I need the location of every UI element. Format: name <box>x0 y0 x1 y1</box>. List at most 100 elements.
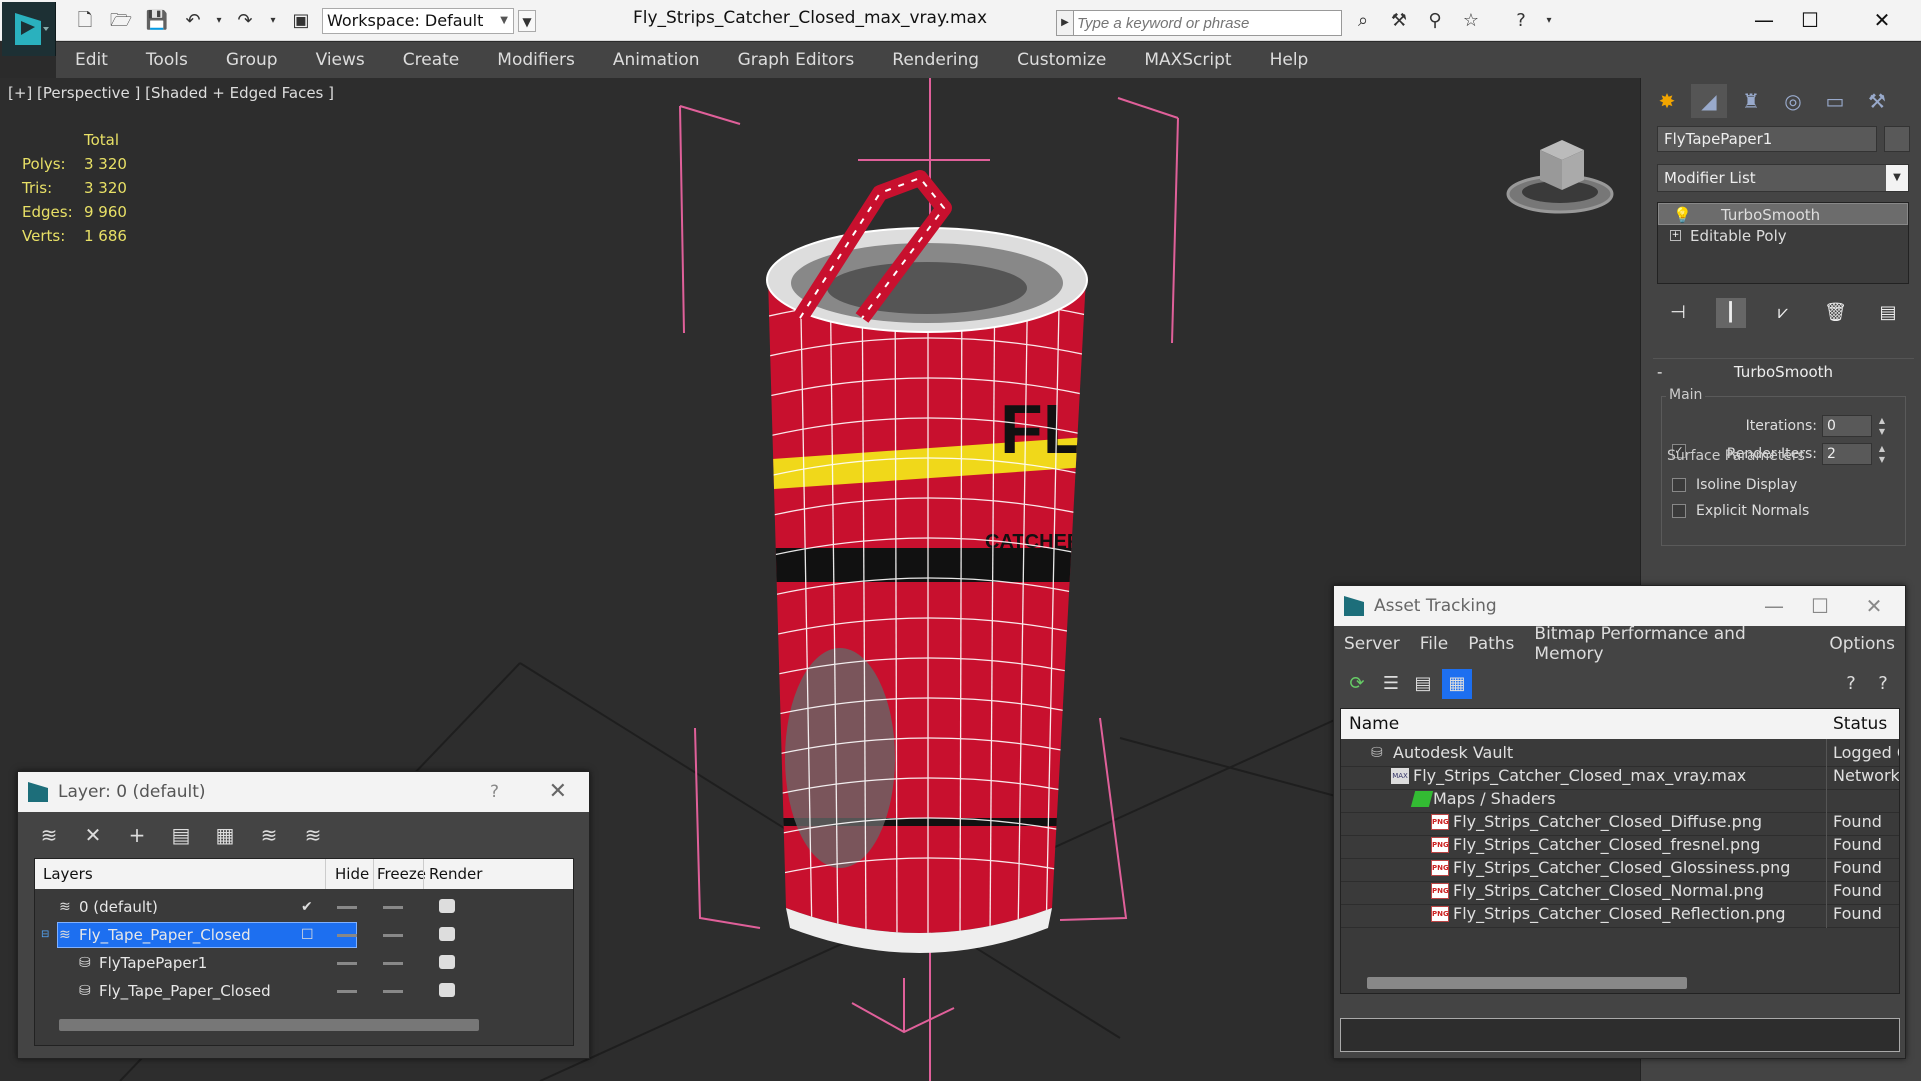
viewport-label[interactable]: [+] [Perspective ] [Shaded + Edged Faces… <box>8 84 334 102</box>
hide-toggle-icon[interactable] <box>337 906 357 909</box>
undo-dropdown-icon[interactable]: ▾ <box>206 10 232 32</box>
isoline-display-checkbox[interactable] <box>1672 478 1686 492</box>
menu-create[interactable]: Create <box>384 50 479 70</box>
favorites-star-icon[interactable]: ☆ <box>1458 10 1484 32</box>
freeze-toggle-icon[interactable] <box>383 962 403 965</box>
layer-manager-icon[interactable]: ≋ <box>34 820 64 850</box>
select-objects-icon[interactable]: ▦ <box>210 820 240 850</box>
undo-icon[interactable]: ↶ <box>180 10 206 32</box>
column-status[interactable]: Status <box>1833 714 1887 734</box>
asset-menu-bitmap-performance[interactable]: Bitmap Performance and Memory <box>1524 624 1819 664</box>
hierarchy-tab-icon[interactable]: ♜ <box>1733 84 1769 118</box>
iterations-input[interactable]: 0 <box>1822 415 1872 437</box>
menu-edit[interactable]: Edit <box>56 50 127 70</box>
modifier-list-dropdown[interactable]: Modifier List ▼ <box>1657 164 1909 192</box>
render-toggle-icon[interactable] <box>439 955 455 969</box>
show-end-result-icon[interactable]: ┃ <box>1715 298 1746 328</box>
refresh-icon[interactable]: ⟳ <box>1342 669 1372 699</box>
explicit-normals-option[interactable]: Explicit Normals <box>1672 503 1809 525</box>
hide-toggle-icon[interactable] <box>337 962 357 965</box>
create-layer-icon[interactable]: + <box>122 820 152 850</box>
delete-layer-icon[interactable]: ✕ <box>78 820 108 850</box>
menu-graph-editors[interactable]: Graph Editors <box>719 50 874 70</box>
search-input[interactable] <box>1077 13 1337 33</box>
explicit-normals-checkbox[interactable] <box>1672 504 1686 518</box>
pin-stack-icon[interactable]: ⊣ <box>1663 298 1693 328</box>
hide-toggle-icon[interactable] <box>337 990 357 993</box>
freeze-toggle-icon[interactable] <box>383 906 403 909</box>
sign-in-icon[interactable]: ⚲ <box>1422 10 1448 32</box>
workspace-select[interactable]: Workspace: Default ▼ <box>322 8 514 34</box>
open-file-icon[interactable]: 🗁 <box>108 10 134 32</box>
layer-dialog-title[interactable]: Layer: 0 (default) <box>18 772 589 812</box>
project-folder-icon[interactable]: ▣ <box>288 10 314 32</box>
remove-modifier-icon[interactable]: 🗑 <box>1821 298 1851 328</box>
asset-row[interactable]: PNG Fly_Strips_Catcher_Closed_Reflection… <box>1341 900 1899 928</box>
column-hide[interactable]: Hide <box>335 865 369 883</box>
minimize-icon[interactable]: — <box>1744 4 1784 36</box>
context-help-icon[interactable]: ? <box>1868 669 1898 699</box>
expand-plus-icon[interactable]: + <box>1670 230 1681 241</box>
menu-animation[interactable]: Animation <box>594 50 719 70</box>
search-expand-icon[interactable]: ▶ <box>1056 10 1074 36</box>
lightbulb-icon[interactable]: 💡 <box>1673 204 1692 226</box>
maximize-icon[interactable]: ☐ <box>1800 586 1840 626</box>
column-render[interactable]: Render <box>429 865 482 883</box>
utilities-tab-icon[interactable]: ⚒ <box>1859 84 1895 118</box>
asset-menu-options[interactable]: Options <box>1819 634 1905 654</box>
display-tab-icon[interactable]: ▭ <box>1817 84 1853 118</box>
layer-row-selected[interactable]: ⊟ ≋ Fly_Tape_Paper_Closed ☐ <box>35 921 575 949</box>
hide-toggle-icon[interactable] <box>337 934 357 937</box>
isoline-display-option[interactable]: Isoline Display <box>1672 477 1797 499</box>
collapse-icon[interactable]: ⊟ <box>41 921 49 949</box>
render-iters-spinner-icon[interactable]: ▲ ▼ <box>1876 443 1888 465</box>
menu-views[interactable]: Views <box>297 50 384 70</box>
menu-customize[interactable]: Customize <box>998 50 1125 70</box>
highlight-layer-icon[interactable]: ≋ <box>254 820 284 850</box>
set-active-layer-icon[interactable]: ☐ <box>301 921 314 949</box>
iterations-spinner-icon[interactable]: ▲ ▼ <box>1876 415 1888 437</box>
layer-row[interactable]: ≋ 0 (default) ✔ <box>35 893 575 921</box>
close-icon[interactable]: ✕ <box>549 772 567 812</box>
configure-modifier-sets-icon[interactable]: ▤ <box>1873 298 1903 328</box>
tree-view-icon[interactable]: ▤ <box>1408 669 1438 699</box>
add-selection-icon[interactable]: ▤ <box>166 820 196 850</box>
object-name-field[interactable]: FlyTapePaper1 <box>1657 126 1877 152</box>
help-icon[interactable]: ? <box>1836 669 1866 699</box>
render-toggle-icon[interactable] <box>439 899 455 913</box>
render-toggle-icon[interactable] <box>439 983 455 997</box>
turbosmooth-rollout-header[interactable]: - TurboSmooth <box>1653 358 1914 384</box>
help-dropdown-icon[interactable]: ▾ <box>1536 10 1562 32</box>
column-freeze[interactable]: Freeze <box>377 865 426 883</box>
list-view-icon[interactable]: ☰ <box>1376 669 1406 699</box>
hide-unhide-all-icon[interactable]: ≋ <box>298 820 328 850</box>
asset-menu-file[interactable]: File <box>1410 634 1458 654</box>
asset-menu-server[interactable]: Server <box>1334 634 1410 654</box>
close-icon[interactable]: ✕ <box>1862 4 1902 36</box>
binoculars-icon[interactable]: ⌕ <box>1350 10 1376 32</box>
menu-tools[interactable]: Tools <box>127 50 207 70</box>
asset-menu-paths[interactable]: Paths <box>1458 634 1524 654</box>
modify-tab-icon[interactable]: ◢ <box>1691 84 1727 118</box>
active-layer-check-icon[interactable]: ✔ <box>301 893 313 921</box>
column-name[interactable]: Name <box>1349 714 1399 734</box>
layer-object-row[interactable]: ⛁ FlyTapePaper1 <box>35 949 575 977</box>
minimize-icon[interactable]: — <box>1754 586 1794 626</box>
menu-rendering[interactable]: Rendering <box>873 50 998 70</box>
workspace-menu-icon[interactable]: ▼ <box>518 10 536 32</box>
help-button[interactable]: ? <box>490 772 499 812</box>
maximize-icon[interactable]: ☐ <box>1790 4 1830 36</box>
motion-tab-icon[interactable]: ◎ <box>1775 84 1811 118</box>
tools-icon[interactable]: ⚒ <box>1386 10 1412 32</box>
render-toggle-icon[interactable] <box>439 927 455 941</box>
menu-maxscript[interactable]: MAXScript <box>1125 50 1250 70</box>
viewcube-icon[interactable] <box>1500 132 1620 226</box>
freeze-toggle-icon[interactable] <box>383 934 403 937</box>
redo-icon[interactable]: ↷ <box>232 10 258 32</box>
column-layers[interactable]: Layers <box>43 865 93 883</box>
render-iters-input[interactable]: 2 <box>1822 443 1872 465</box>
help-icon[interactable]: ? <box>1508 10 1534 32</box>
menu-modifiers[interactable]: Modifiers <box>478 50 594 70</box>
layer-object-row[interactable]: ⛁ Fly_Tape_Paper_Closed <box>35 977 575 1005</box>
table-view-icon[interactable]: ▦ <box>1442 669 1472 699</box>
